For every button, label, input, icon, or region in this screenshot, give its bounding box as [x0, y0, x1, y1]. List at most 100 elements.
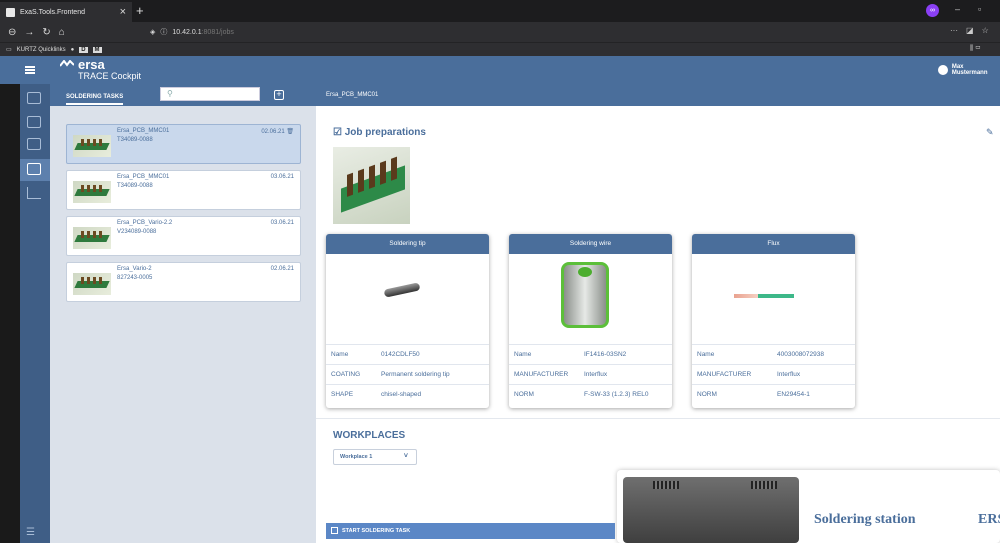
home-icon[interactable]: ⌂ [59, 27, 65, 38]
tab-title: ExaS.Tools.Frontend [20, 8, 85, 16]
job-thumbnail [73, 227, 111, 249]
window-controls: – ▫ [955, 4, 981, 14]
table-row: MANUFACTURER Interflux [692, 364, 855, 385]
info-icon: ⓘ [160, 29, 168, 36]
component-card-soldering-tip: Soldering tip Name 0142CDLF50 COATING Perm… [326, 234, 489, 408]
bookmark-m[interactable]: M [92, 46, 102, 53]
rail-database-icon[interactable] [27, 116, 41, 128]
star-icon[interactable]: ☆ [982, 26, 989, 35]
table-row: MANUFACTURER Interflux [509, 364, 672, 385]
minimize-icon[interactable]: – [955, 4, 960, 14]
job-thumbnail [73, 181, 111, 203]
workplace-select[interactable]: Workplace 1 ˅ [333, 449, 417, 465]
job-image [333, 147, 410, 224]
component-properties: Name 0142CDLF50 COATING Permanent solderin… [326, 344, 489, 405]
job-card[interactable]: Ersa_PCB_MMC01 T34089-0088 03.06.21 [66, 170, 301, 210]
job-date: 03.06.21 [270, 220, 294, 226]
app-logo: ersa TRACE Cockpit [78, 58, 141, 81]
job-date: 03.06.21 [270, 174, 294, 180]
close-tab-icon[interactable]: × [120, 6, 126, 18]
table-row: NORM F-SW-33 (1.2.3) REL0 [509, 384, 672, 405]
app-header [0, 56, 1000, 84]
station-brand: ERS [978, 512, 1000, 527]
job-thumbnail [73, 273, 111, 295]
more-icon[interactable]: ··· [950, 26, 958, 35]
edit-pencil-icon[interactable]: ✎ [986, 127, 994, 138]
rail-chart-icon[interactable] [27, 187, 41, 199]
brand-name: ersa [78, 57, 105, 72]
job-date: 02.06.21 [270, 266, 294, 272]
job-card[interactable]: Ersa_Vario-2 827243-0005 02.06.21 [66, 262, 301, 302]
component-title: Soldering tip [326, 234, 489, 254]
main-header [316, 84, 1000, 106]
nav-rail [20, 84, 50, 543]
soldering-wire-image [509, 254, 672, 344]
bookmarks-bar: ▭ KURTZ Quicklinks ● D M [0, 42, 1000, 56]
component-properties: Name 4003008072938 MANUFACTURER Interflux … [692, 344, 855, 405]
component-card-soldering-wire: Soldering wire Name IF1416-03SN2 MANUFACT… [509, 234, 672, 408]
job-date: 02.06.21 🗑 [261, 129, 294, 135]
bookmark-quicklinks[interactable]: KURTZ Quicklinks [17, 47, 66, 53]
component-title: Flux [692, 234, 855, 254]
settings-sliders-icon[interactable]: ☰ [26, 527, 35, 538]
job-code: T34089-0088 [117, 137, 153, 143]
component-card-flux: Flux Name 4003008072938 MANUFACTURER Inter… [692, 234, 855, 408]
table-row: Name 4003008072938 [692, 344, 855, 365]
component-title: Soldering wire [509, 234, 672, 254]
rail-dashboard-icon[interactable] [27, 92, 41, 104]
job-thumbnail [73, 135, 111, 157]
job-code: V234089-0088 [117, 229, 157, 235]
table-row: SHAPE chisel-shaped [326, 384, 489, 405]
job-card[interactable]: Ersa_PCB_Vario-2.2 V234089-0088 03.06.21 [66, 216, 301, 256]
checkbox-icon: ☑ [333, 127, 345, 138]
page-icon [6, 7, 15, 17]
browser-tab-bar [0, 0, 1000, 22]
left-edge [0, 84, 20, 543]
job-card[interactable]: Ersa_PCB_MMC01 T34089-0088 02.06.21 🗑 [66, 124, 301, 164]
job-title: ☑ Job preparations [333, 127, 426, 138]
folder-icon: ▭ [6, 47, 12, 53]
workplace-selected: Workplace 1 [340, 454, 373, 460]
station-title: Soldering station [814, 512, 916, 527]
soldering-station-image [623, 477, 799, 543]
library-icon[interactable]: ⫼ ▭ [970, 45, 981, 53]
search-input[interactable]: ⚲ [160, 87, 260, 101]
table-row: NORM EN29454-1 [692, 384, 855, 405]
menu-icon[interactable] [25, 66, 35, 74]
user-name: Max Mustermann [951, 64, 988, 76]
url-bar[interactable]: ◈ ⓘ 10.42.0.1:8081/jobs [144, 25, 904, 39]
maximize-icon[interactable]: ▫ [978, 4, 981, 14]
workplaces-title: WORKPLACES [333, 430, 406, 441]
table-row: Name 0142CDLF50 [326, 344, 489, 365]
tab-soldering-tasks[interactable]: SOLDERING TASKS [66, 94, 124, 105]
forward-icon[interactable]: → [24, 27, 34, 38]
url-host: 10.42.0.1 [172, 28, 202, 36]
delete-icon[interactable]: 🗑 [285, 129, 294, 135]
reload-icon[interactable]: ↻ [42, 27, 50, 38]
rail-jobs-icon[interactable] [27, 163, 41, 175]
table-row: COATING Permanent soldering tip [326, 364, 489, 385]
job-name: Ersa_PCB_Vario-2.2 [117, 220, 173, 226]
back-icon[interactable]: ⊖ [8, 27, 16, 38]
soldering-tip-image [326, 254, 489, 344]
table-row: Name IF1416-03SN2 [509, 344, 672, 365]
search-icon: ⚲ [167, 89, 173, 98]
flux-image [692, 254, 855, 344]
new-tab-icon[interactable]: + [136, 3, 144, 18]
browser-tab[interactable]: ExaS.Tools.Frontend × [0, 2, 132, 22]
add-job-button[interactable]: + [274, 90, 284, 100]
pocket-icon[interactable]: ◪ [966, 26, 974, 35]
profile-icon[interactable]: ∞ [926, 4, 939, 17]
product-name: TRACE Cockpit [78, 71, 142, 81]
user-menu[interactable]: Max Mustermann [938, 64, 1000, 76]
job-name: Ersa_PCB_MMC01 [117, 128, 170, 134]
edit-icon [331, 527, 338, 534]
job-code: 827243-0005 [117, 275, 153, 281]
bookmark-d[interactable]: D [79, 46, 88, 53]
breadcrumb: Ersa_PCB_MMC01 [326, 92, 379, 98]
start-soldering-task-button[interactable]: START SOLDERING TASK [326, 523, 615, 539]
rail-document-icon[interactable] [27, 138, 41, 150]
job-code: T34089-0088 [117, 183, 153, 189]
bookmark-separator-icon: ● [70, 46, 75, 53]
shield-icon: ◈ [150, 29, 156, 36]
